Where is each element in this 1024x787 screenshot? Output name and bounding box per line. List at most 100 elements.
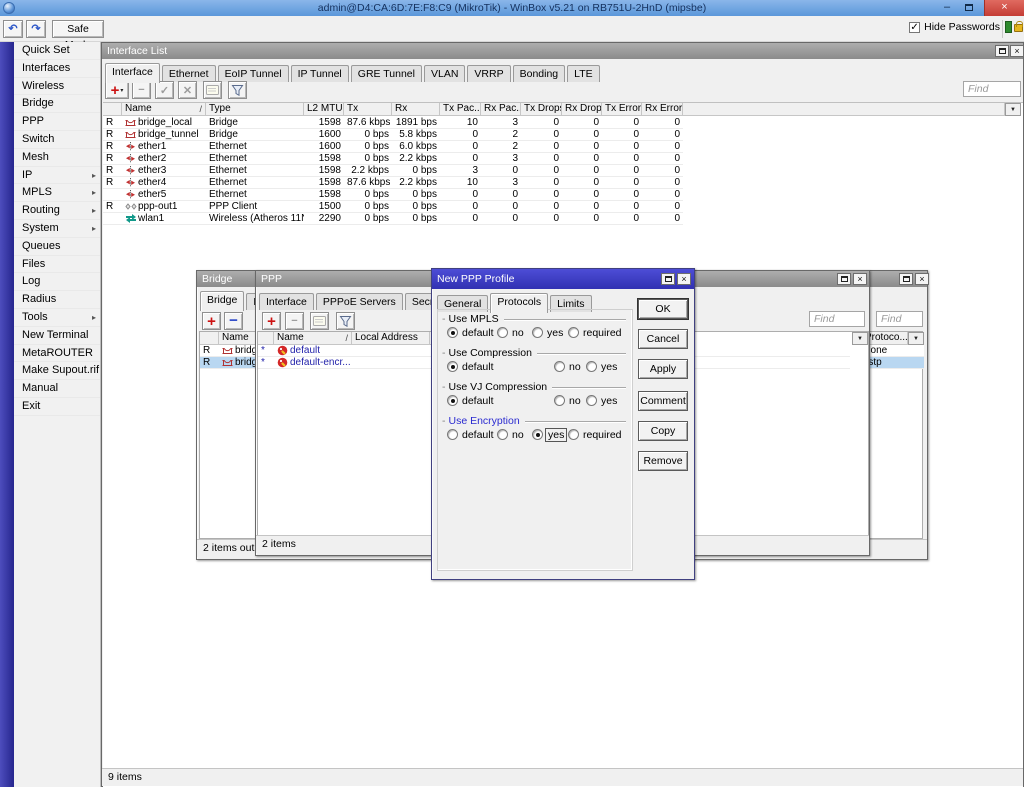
remove-bridge-button[interactable]: − [224,312,243,330]
table-row[interactable]: Rether4Ethernet159887.6 kbps2.2 kbps1030… [103,177,683,189]
tab-dialog-protocols[interactable]: Protocols [490,293,548,313]
find-input[interactable]: Find [876,311,923,327]
remove-button[interactable]: Remove [638,451,688,471]
radio-option-use-vj-compression-default[interactable]: default [447,394,494,407]
column-header-tx-errors[interactable]: Tx Errors [602,103,642,116]
ok-button[interactable]: OK [638,299,688,319]
column-header-rx-errors[interactable]: Rx Errors [642,103,683,116]
remove-button[interactable]: − [132,81,151,99]
sidebar-item-switch[interactable]: Switch [14,131,100,149]
sidebar-item-radius[interactable]: Radius [14,291,100,309]
close-window-button[interactable]: × [853,273,867,285]
tab-il-vlan[interactable]: VLAN [424,65,465,82]
maximize-window-button[interactable] [899,273,913,285]
find-input[interactable]: Find [963,81,1021,97]
sidebar-item-ip[interactable]: IP▸ [14,167,100,185]
close-window-button[interactable]: × [1010,45,1024,57]
radio-option-use-encryption-required[interactable]: required [568,428,622,441]
radio-default-icon[interactable] [447,429,458,440]
maximize-window-button[interactable] [837,273,851,285]
radio-default-icon[interactable] [447,327,458,338]
sidebar-item-queues[interactable]: Queues [14,238,100,256]
sidebar-item-mpls[interactable]: MPLS▸ [14,184,100,202]
tab-ppp-pppoe-servers[interactable]: PPPoE Servers [316,293,403,310]
minimize-button[interactable]: – [938,1,956,15]
tab-il-bonding[interactable]: Bonding [513,65,566,82]
table-row[interactable]: Rether1Ethernet16000 bps6.0 kbps020000 [103,141,683,153]
radio-no-icon[interactable] [497,327,508,338]
maximize-button[interactable] [960,1,978,15]
tab-il-eoip-tunnel[interactable]: EoIP Tunnel [218,65,289,82]
radio-option-use-mpls-required[interactable]: required [568,326,622,339]
column-header-tx[interactable]: Tx [344,103,392,116]
table-row[interactable]: ether5Ethernet15980 bps0 bps000000 [103,189,683,201]
local-address-column-header[interactable]: Local Address [352,332,430,345]
column-select-button[interactable]: ▼ [852,332,868,345]
radio-option-use-vj-compression-no[interactable]: no [554,394,581,407]
radio-option-use-encryption-yes[interactable]: yes [532,428,565,441]
radio-option-use-vj-compression-yes[interactable]: yes [586,394,617,407]
radio-option-use-mpls-yes[interactable]: yes [532,326,563,339]
sidebar-item-bridge[interactable]: Bridge [14,95,100,113]
radio-no-icon[interactable] [554,395,565,406]
tab-il-ethernet[interactable]: Ethernet [162,65,216,82]
table-row[interactable]: Rether2Ethernet15980 bps2.2 kbps030000 [103,153,683,165]
radio-no-icon[interactable] [497,429,508,440]
sidebar-item-make-supout-rif[interactable]: Make Supout.rif [14,362,100,380]
table-row[interactable]: wlan1Wireless (Atheros 11N)22900 bps0 bp… [103,213,683,225]
table-row[interactable]: Rbridge_tunnelBridge16000 bps5.8 kbps020… [103,129,683,141]
restore-window-button[interactable] [995,45,1009,57]
radio-required-icon[interactable] [568,429,579,440]
radio-option-use-compression-yes[interactable]: yes [586,360,617,373]
find-input[interactable]: Find [809,311,865,327]
radio-yes-icon[interactable] [586,361,597,372]
add-bridge-button[interactable]: + [202,312,221,330]
tab-il-interface[interactable]: Interface [105,63,160,83]
flag-column-header[interactable] [200,332,219,345]
column-header-rx-pac[interactable]: Rx Pac... [481,103,521,116]
comment-button[interactable] [310,312,329,330]
radio-option-use-compression-no[interactable]: no [554,360,581,373]
maximize-dialog-button[interactable] [661,273,675,285]
column-select-button[interactable]: ▼ [1005,103,1021,116]
comment-button[interactable] [203,81,222,99]
filter-button[interactable] [228,81,247,99]
copy-button[interactable]: Copy [638,421,688,441]
apply-button[interactable]: Apply [638,359,688,379]
column-header-tx-drops[interactable]: Tx Drops [521,103,562,116]
sidebar-item-wireless[interactable]: Wireless [14,78,100,96]
sidebar-item-tools[interactable]: Tools▸ [14,309,100,327]
column-header-type[interactable]: Type [206,103,304,116]
tab-bridge-bridge[interactable]: Bridge [200,291,244,311]
hide-passwords-checkbox[interactable]: ✓ [909,22,920,33]
add-interface-button[interactable]: +▾ [105,81,129,99]
sidebar-item-new-terminal[interactable]: New Terminal [14,327,100,345]
sidebar-item-exit[interactable]: Exit [14,398,100,416]
sidebar-item-manual[interactable]: Manual [14,380,100,398]
undo-button[interactable]: ↶ [3,20,23,38]
radio-yes-icon[interactable] [532,429,543,440]
sidebar-item-ppp[interactable]: PPP [14,113,100,131]
tab-il-ip-tunnel[interactable]: IP Tunnel [291,65,349,82]
close-window-button[interactable]: × [915,273,929,285]
sidebar-item-metarouter[interactable]: MetaROUTER [14,345,100,363]
radio-option-use-mpls-no[interactable]: no [497,326,524,339]
sidebar-item-system[interactable]: System▸ [14,220,100,238]
radio-yes-icon[interactable] [586,395,597,406]
tab-il-vrrp[interactable]: VRRP [467,65,510,82]
table-row[interactable]: Rbridge_localBridge159887.6 kbps1891 bps… [103,117,683,129]
sidebar-item-interfaces[interactable]: Interfaces [14,60,100,78]
cancel-button[interactable]: Cancel [638,329,688,349]
flag-column-header[interactable] [258,332,274,345]
radio-option-use-encryption-default[interactable]: default [447,428,494,441]
tab-il-lte[interactable]: LTE [567,65,599,82]
comment-button[interactable]: Comment [638,391,688,411]
disable-button[interactable]: ✕ [178,81,197,99]
radio-no-icon[interactable] [554,361,565,372]
column-header-flag[interactable] [103,103,122,116]
close-dialog-button[interactable]: × [677,273,691,285]
column-header-name[interactable]: Name/ [122,103,206,116]
column-header-tx-pac[interactable]: Tx Pac... [440,103,481,116]
column-header-rx-drops[interactable]: Rx Drops [562,103,602,116]
enable-button[interactable]: ✓ [155,81,174,99]
